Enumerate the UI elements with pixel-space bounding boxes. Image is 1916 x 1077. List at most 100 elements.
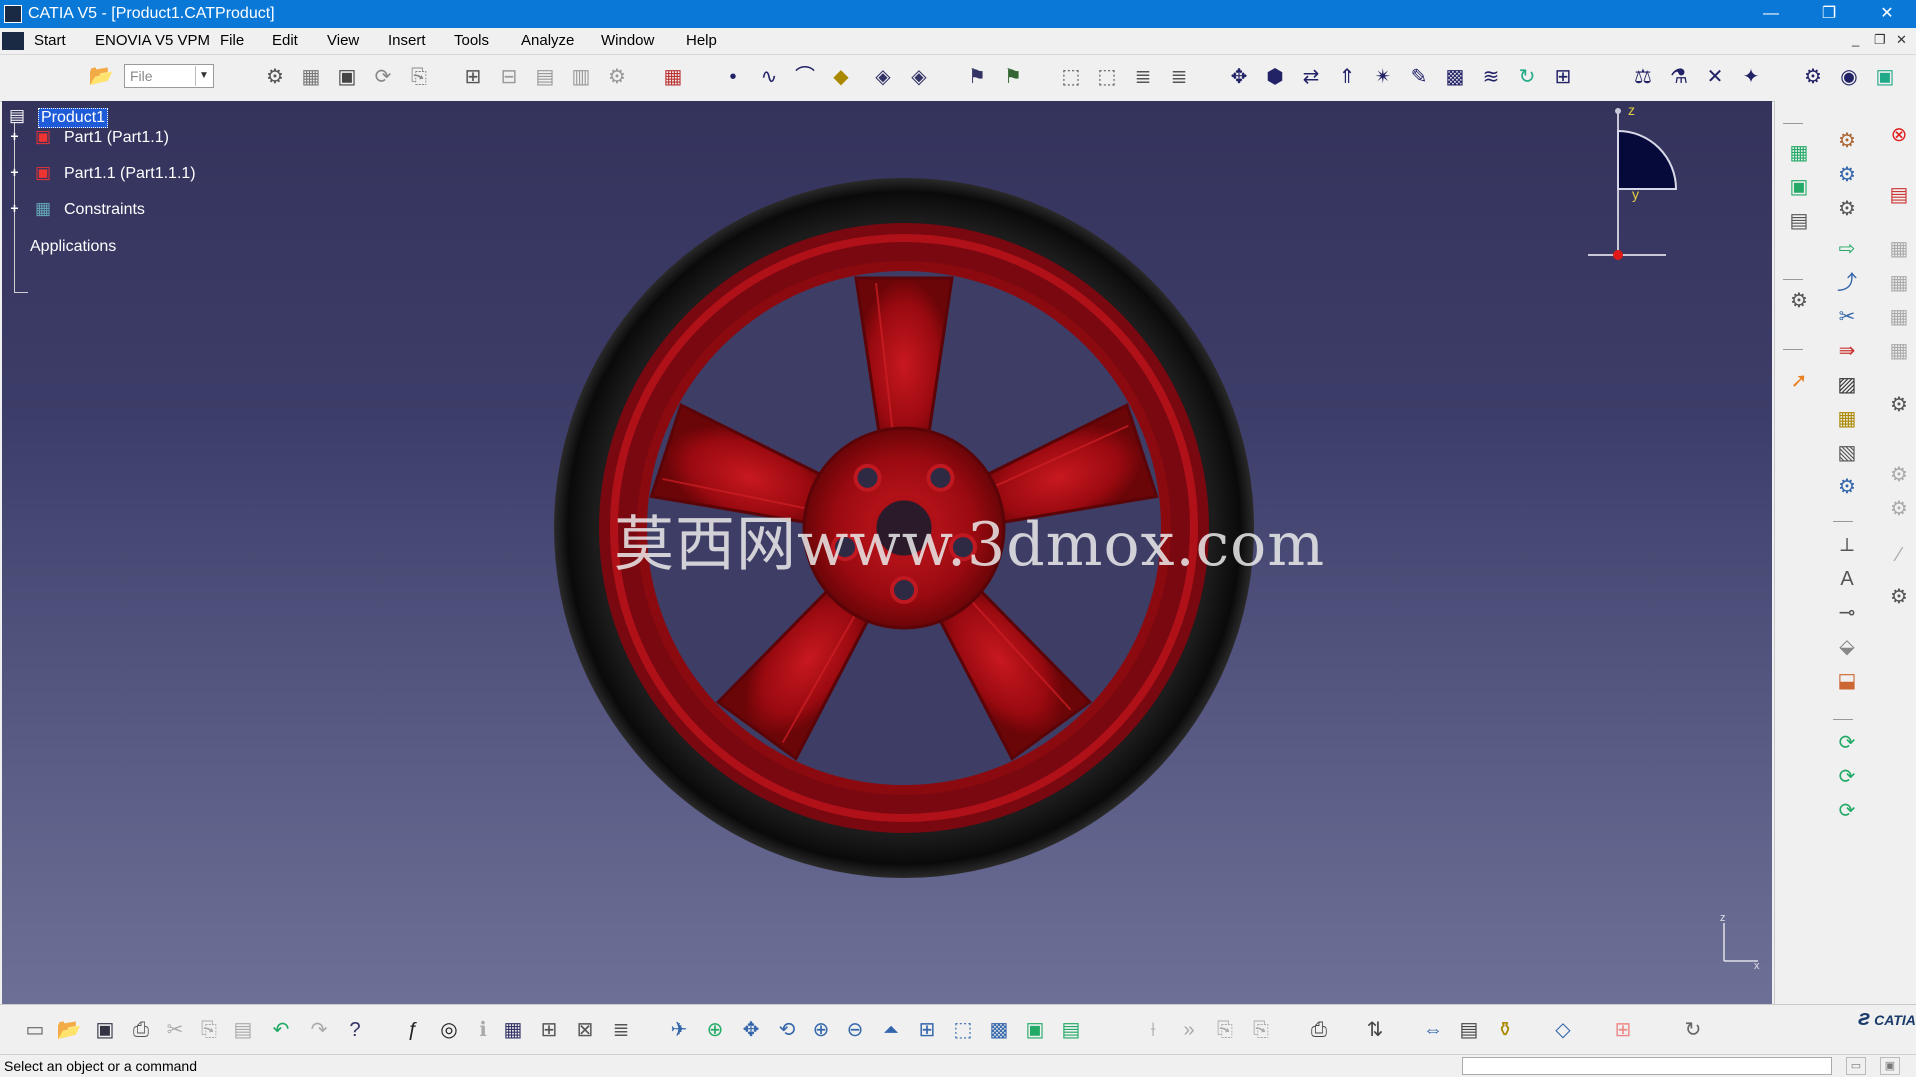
multi-instance-icon[interactable]: ▥: [568, 64, 594, 90]
close-button[interactable]: ✕: [1858, 0, 1916, 28]
explode-icon[interactable]: ⬚: [1094, 64, 1120, 90]
offset-icon[interactable]: ✂: [1833, 303, 1861, 331]
swap-visible-icon[interactable]: ▤: [1058, 1017, 1084, 1043]
update2-icon[interactable]: ⟳: [1833, 763, 1861, 791]
inertia-measure-icon[interactable]: ⚱: [1492, 1017, 1518, 1043]
copy-icon[interactable]: ⎘: [196, 1017, 222, 1043]
undo-icon[interactable]: ↶: [268, 1017, 294, 1043]
fix-icon[interactable]: ▨: [1833, 371, 1861, 399]
menu-edit[interactable]: Edit: [272, 32, 298, 49]
simulation-icon[interactable]: ▣: [1872, 64, 1898, 90]
kinematics-icon[interactable]: ⚙: [1800, 64, 1826, 90]
fix-together-icon[interactable]: ▦: [1833, 405, 1861, 433]
whats-this-icon[interactable]: ?: [342, 1017, 368, 1043]
mdi-minimize-button[interactable]: _: [1852, 32, 1859, 47]
clash-icon[interactable]: ✎: [1406, 64, 1432, 90]
grid-snap-icon[interactable]: ⊞: [1610, 1017, 1636, 1043]
pan-icon[interactable]: ✥: [738, 1017, 764, 1043]
hole-icon[interactable]: ⚙: [1885, 461, 1913, 489]
catalog-browser-icon[interactable]: ▦: [660, 64, 686, 90]
swap2-icon[interactable]: ⎘: [1248, 1017, 1274, 1043]
angle-icon[interactable]: ⇛: [1833, 337, 1861, 365]
curve-icon[interactable]: ∿: [756, 64, 782, 90]
list-icon[interactable]: ≣: [608, 1017, 634, 1043]
annotation-icon[interactable]: ⬙: [1833, 633, 1861, 661]
replace-component-icon[interactable]: ⟳: [370, 64, 396, 90]
refresh-icon[interactable]: ↻: [1514, 64, 1540, 90]
minimize-button[interactable]: —: [1742, 0, 1800, 28]
catia-app-icon[interactable]: [4, 5, 22, 23]
sketch-plane-icon[interactable]: ◇: [1550, 1017, 1576, 1043]
menu-tools[interactable]: Tools: [454, 32, 489, 49]
paste-icon[interactable]: ▤: [230, 1017, 256, 1043]
pdf-icon[interactable]: ▤: [1885, 181, 1913, 209]
fit-all-icon[interactable]: ⊕: [702, 1017, 728, 1043]
move-icon[interactable]: ⇄: [1298, 64, 1324, 90]
smart-move-icon[interactable]: ⇑: [1334, 64, 1360, 90]
workbench-combo[interactable]: File ▼: [124, 64, 214, 88]
start-logo-icon[interactable]: [2, 32, 24, 50]
inertia-icon[interactable]: ⚗: [1666, 64, 1692, 90]
shape-icon[interactable]: ◈: [870, 64, 896, 90]
restore-button[interactable]: ❐: [1800, 0, 1858, 28]
cube-icon[interactable]: ⬚: [1058, 64, 1084, 90]
open-folder-icon[interactable]: 📂: [88, 63, 114, 89]
knowledge-icon[interactable]: ◎: [436, 1017, 462, 1043]
tree-icon[interactable]: ≣: [1130, 64, 1156, 90]
menu-window[interactable]: Window: [601, 32, 654, 49]
measure-between-icon[interactable]: ⇔: [1420, 1017, 1446, 1043]
snap-icon[interactable]: ⬢: [1262, 64, 1288, 90]
shading-icon[interactable]: ▩: [986, 1017, 1012, 1043]
gear-icon[interactable]: ⚙: [1833, 127, 1861, 155]
contact-icon[interactable]: ⤴: [1833, 269, 1861, 297]
capture-camera-icon[interactable]: ⎙: [1306, 1017, 1332, 1043]
3d-viewport[interactable]: ▤ Product1 + ▣ Part1 (Part1.1) + ▣ Part1…: [2, 101, 1772, 1004]
iso-view-icon[interactable]: ⬚: [950, 1017, 976, 1043]
zoom-in-icon[interactable]: ⊕: [808, 1017, 834, 1043]
flag-note-icon[interactable]: ⊸: [1833, 599, 1861, 627]
flexible-icon[interactable]: ⚙: [1833, 473, 1861, 501]
compass[interactable]: z x y: [1562, 101, 1682, 261]
update3-icon[interactable]: ⟳: [1833, 797, 1861, 825]
split-icon[interactable]: ∕: [1885, 541, 1913, 569]
dmu-icon[interactable]: ◉: [1836, 64, 1862, 90]
menu-insert[interactable]: Insert: [388, 32, 426, 49]
capture-icon[interactable]: ⬓: [1833, 667, 1861, 695]
chevron-down-icon[interactable]: ▼: [195, 66, 212, 86]
constraint-gear-icon[interactable]: ⚙: [1785, 287, 1813, 315]
manipulate-icon[interactable]: ✥: [1226, 64, 1252, 90]
power-input-field[interactable]: [1462, 1057, 1832, 1075]
dmu-tool-icon[interactable]: ⟊: [1140, 1017, 1166, 1043]
new-document-icon[interactable]: ▭: [22, 1017, 48, 1043]
next-icon[interactable]: »: [1176, 1017, 1202, 1043]
status-icon-2[interactable]: ▣: [1880, 1057, 1900, 1075]
analysis-icon[interactable]: ✦: [1738, 64, 1764, 90]
sectioning-icon[interactable]: ≋: [1478, 64, 1504, 90]
lock-icon[interactable]: ⊠: [572, 1017, 598, 1043]
image-icon[interactable]: ▣: [334, 64, 360, 90]
cut-icon[interactable]: ✂: [162, 1017, 188, 1043]
scene-icon[interactable]: ▩: [1442, 64, 1468, 90]
stop-icon[interactable]: ⊗: [1885, 121, 1913, 149]
update-all-icon[interactable]: ↻: [1680, 1017, 1706, 1043]
arc-icon[interactable]: ⌒: [792, 64, 818, 90]
print-icon[interactable]: ⎙: [128, 1017, 154, 1043]
status-icon-1[interactable]: ▭: [1846, 1057, 1866, 1075]
flag2-icon[interactable]: ⚑: [1000, 64, 1026, 90]
new-component-icon[interactable]: ▦: [1785, 139, 1813, 167]
menu-file[interactable]: File: [220, 32, 244, 49]
multi-view-icon[interactable]: ⊞: [914, 1017, 940, 1043]
select-arrow-icon[interactable]: ➚: [1785, 367, 1813, 395]
save-icon[interactable]: ▣: [92, 1017, 118, 1043]
assembly-feature-icon[interactable]: ⚙: [1885, 391, 1913, 419]
dimension-icon[interactable]: ⟂: [1833, 531, 1861, 559]
menu-view[interactable]: View: [327, 32, 359, 49]
measure-icon[interactable]: ⚖: [1630, 64, 1656, 90]
redo-icon[interactable]: ↷: [306, 1017, 332, 1043]
rotate-icon[interactable]: ⟲: [774, 1017, 800, 1043]
explode-icon-2[interactable]: ✴: [1370, 64, 1396, 90]
zoom-out-icon[interactable]: ⊖: [842, 1017, 868, 1043]
info-icon[interactable]: ℹ: [470, 1017, 496, 1043]
mdi-restore-button[interactable]: ❐: [1874, 32, 1886, 48]
product-gear-icon[interactable]: ⚙: [262, 64, 288, 90]
